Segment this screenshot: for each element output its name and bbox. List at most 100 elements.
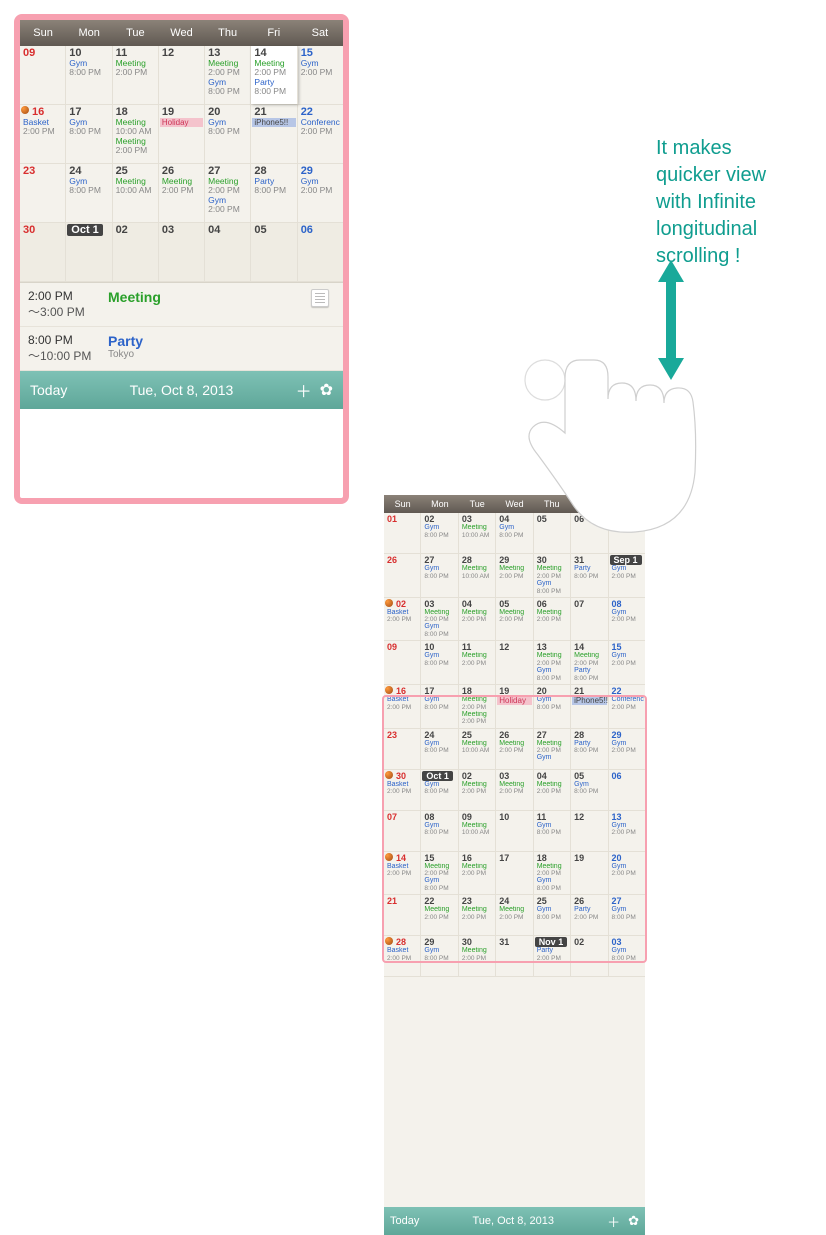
note-icon[interactable]: [311, 289, 329, 307]
calendar-day[interactable]: 19Holiday: [159, 105, 205, 163]
calendar-grid[interactable]: 0102Gym8:00 PM03Meeting10:00 AM04Gym8:00…: [384, 513, 645, 1207]
today-button[interactable]: Today: [30, 382, 67, 398]
calendar-day[interactable]: 09Meeting10:00 AM: [459, 811, 496, 851]
calendar-day[interactable]: 12: [159, 46, 205, 104]
calendar-day[interactable]: 27Meeting2:00 PMGym2:00 PM: [205, 164, 251, 222]
calendar-day[interactable]: 10Gym8:00 PM: [66, 46, 112, 104]
calendar-day[interactable]: 01: [384, 513, 421, 553]
calendar-day[interactable]: 14Meeting2:00 PMParty8:00 PM: [251, 46, 297, 104]
calendar-day[interactable]: 23: [384, 729, 421, 769]
calendar-day[interactable]: Oct 1: [66, 223, 112, 281]
calendar-day[interactable]: 06: [298, 223, 343, 281]
calendar-day[interactable]: 16Meeting2:00 PM: [459, 852, 496, 895]
calendar-day[interactable]: 29Gym2:00 PM: [609, 729, 645, 769]
calendar-day[interactable]: 18Meeting2:00 PMGym8:00 PM: [534, 852, 571, 895]
calendar-day[interactable]: 09: [384, 641, 421, 684]
calendar-day[interactable]: 25Meeting10:00 AM: [459, 729, 496, 769]
calendar-day[interactable]: 30: [20, 223, 66, 281]
calendar-day[interactable]: 23Meeting2:00 PM: [459, 895, 496, 935]
calendar-day[interactable]: 12: [496, 641, 533, 684]
calendar-day[interactable]: 05: [251, 223, 297, 281]
calendar-day[interactable]: 18Meeting10:00 AMMeeting2:00 PM: [113, 105, 159, 163]
gear-icon[interactable]: ✿: [628, 1213, 639, 1229]
calendar-day[interactable]: 29Gym8:00 PM: [421, 936, 458, 976]
calendar-day[interactable]: 12: [571, 811, 608, 851]
calendar-day[interactable]: 25Meeting10:00 AM: [113, 164, 159, 222]
calendar-day[interactable]: 26Party2:00 PM: [571, 895, 608, 935]
calendar-day[interactable]: 09: [20, 46, 66, 104]
calendar-day[interactable]: 16Basket2:00 PM: [20, 105, 66, 163]
calendar-day[interactable]: 27Gym8:00 PM: [421, 554, 458, 597]
calendar-day[interactable]: 10Gym8:00 PM: [421, 641, 458, 684]
calendar-day[interactable]: 28Meeting10:00 AM: [459, 554, 496, 597]
calendar-day[interactable]: 11Gym8:00 PM: [534, 811, 571, 851]
calendar-day[interactable]: 03Gym8:00 PM: [609, 936, 645, 976]
calendar-day[interactable]: 07: [384, 811, 421, 851]
calendar-day[interactable]: 06: [571, 513, 608, 553]
calendar-day[interactable]: 02Meeting2:00 PM: [459, 770, 496, 810]
calendar-day[interactable]: 17Gym8:00 PM: [421, 685, 458, 728]
calendar-day[interactable]: 14Meeting2:00 PMParty8:00 PM: [571, 641, 608, 684]
calendar-day[interactable]: 05: [534, 513, 571, 553]
calendar-day[interactable]: 24Meeting2:00 PM: [496, 895, 533, 935]
calendar-day[interactable]: 27Meeting2:00 PMGym: [534, 729, 571, 769]
calendar-day[interactable]: 22Meeting2:00 PM: [421, 895, 458, 935]
calendar-day[interactable]: 28Party8:00 PM: [571, 729, 608, 769]
calendar-day[interactable]: 03Meeting2:00 PMGym8:00 PM: [421, 598, 458, 641]
calendar-day[interactable]: 11Meeting2:00 PM: [459, 641, 496, 684]
agenda-item[interactable]: 2:00 PM ～3:00 PM Meeting: [20, 283, 343, 327]
calendar-day[interactable]: 22Conferenc2:00 PM: [609, 685, 645, 728]
calendar-day[interactable]: 23: [20, 164, 66, 222]
calendar-day[interactable]: 31: [496, 936, 533, 976]
calendar-day[interactable]: 13Gym2:00 PM: [609, 811, 645, 851]
calendar-day[interactable]: Nov 1Party2:00 PM: [534, 936, 571, 976]
calendar-day[interactable]: 14Basket2:00 PM: [384, 852, 421, 895]
calendar-day[interactable]: 13Meeting2:00 PMGym8:00 PM: [534, 641, 571, 684]
calendar-day[interactable]: 19Holiday: [496, 685, 533, 728]
calendar-day[interactable]: 22Conferenc2:00 PM: [298, 105, 343, 163]
calendar-day[interactable]: 03Meeting2:00 PM: [496, 770, 533, 810]
calendar-day[interactable]: 08Gym2:00 PM: [609, 598, 645, 641]
calendar-day[interactable]: 13Meeting2:00 PMGym8:00 PM: [205, 46, 251, 104]
calendar-day[interactable]: 28Basket2:00 PM: [384, 936, 421, 976]
calendar-day[interactable]: 18Meeting2:00 PMMeeting2:00 PM: [459, 685, 496, 728]
calendar-day[interactable]: 24Gym8:00 PM: [66, 164, 112, 222]
calendar-day[interactable]: 30Meeting2:00 PM: [459, 936, 496, 976]
calendar-day[interactable]: 04Gym8:00 PM: [496, 513, 533, 553]
calendar-day[interactable]: 28Party8:00 PM: [251, 164, 297, 222]
calendar-day[interactable]: 20Gym2:00 PM: [609, 852, 645, 895]
calendar-day[interactable]: 06Meeting2:00 PM: [534, 598, 571, 641]
calendar-day[interactable]: 30Meeting2:00 PMGym8:00 PM: [534, 554, 571, 597]
calendar-day[interactable]: 03: [159, 223, 205, 281]
calendar-day[interactable]: 19: [571, 852, 608, 895]
calendar-day[interactable]: 02Basket2:00 PM: [384, 598, 421, 641]
calendar-day[interactable]: 08Gym8:00 PM: [421, 811, 458, 851]
calendar-day[interactable]: 20Gym8:00 PM: [534, 685, 571, 728]
calendar-day[interactable]: 29Meeting2:00 PM: [496, 554, 533, 597]
calendar-day[interactable]: 07: [571, 598, 608, 641]
calendar-day[interactable]: 17: [496, 852, 533, 895]
calendar-day[interactable]: 02: [113, 223, 159, 281]
calendar-day[interactable]: 15Meeting2:00 PMGym8:00 PM: [421, 852, 458, 895]
calendar-day[interactable]: 10: [496, 811, 533, 851]
calendar-day[interactable]: Oct 1Gym8:00 PM: [421, 770, 458, 810]
today-button[interactable]: Today: [390, 1215, 419, 1227]
agenda-item[interactable]: 8:00 PM ～10:00 PM Party Tokyo: [20, 327, 343, 371]
calendar-day[interactable]: 29Gym2:00 PM: [298, 164, 343, 222]
calendar-day[interactable]: 05Meeting2:00 PM: [496, 598, 533, 641]
calendar-day[interactable]: 06: [609, 770, 645, 810]
calendar-day[interactable]: 21: [384, 895, 421, 935]
calendar-day[interactable]: 17Gym8:00 PM: [66, 105, 112, 163]
calendar-day[interactable]: 26Meeting2:00 PM: [159, 164, 205, 222]
calendar-day[interactable]: 25Gym8:00 PM: [534, 895, 571, 935]
calendar-day[interactable]: Sep 1Gym2:00 PM: [609, 554, 645, 597]
gear-icon[interactable]: ✿: [320, 380, 333, 400]
calendar-day[interactable]: 21iPhone5!!: [571, 685, 608, 728]
calendar-day[interactable]: 30Basket2:00 PM: [384, 770, 421, 810]
calendar-day[interactable]: 11Meeting2:00 PM: [113, 46, 159, 104]
calendar-day[interactable]: 26: [384, 554, 421, 597]
calendar-day[interactable]: 02: [571, 936, 608, 976]
add-icon[interactable]: ＋: [607, 1212, 620, 1231]
calendar-day[interactable]: 04Meeting2:00 PM: [459, 598, 496, 641]
calendar-day[interactable]: 02Gym8:00 PM: [421, 513, 458, 553]
